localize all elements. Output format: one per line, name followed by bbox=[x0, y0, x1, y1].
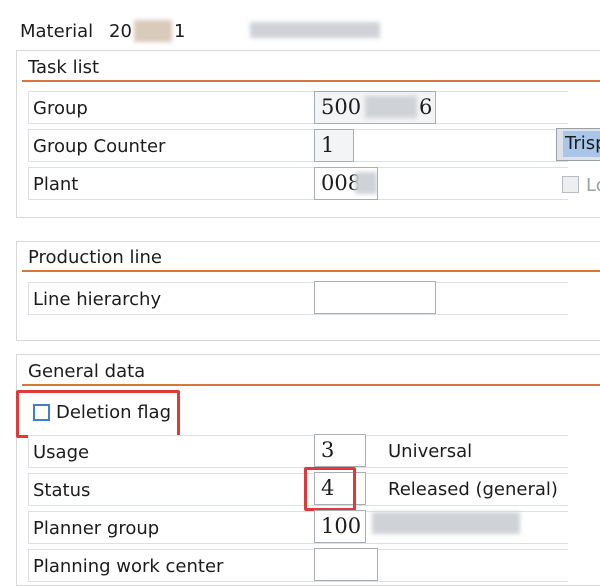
group-value-start: 500 bbox=[321, 95, 362, 119]
planner-group-field[interactable]: 100 bbox=[314, 510, 366, 543]
group-field[interactable]: 500 6 bbox=[314, 91, 436, 124]
redacted-planner-group-description bbox=[372, 512, 520, 534]
redacted-material-number bbox=[134, 20, 172, 42]
group-value-end: 6 bbox=[419, 95, 433, 119]
usage-field[interactable]: 3 bbox=[314, 434, 366, 467]
plant-field[interactable]: 008 bbox=[314, 167, 378, 200]
production-line-title: Production line bbox=[28, 247, 162, 268]
group-label: Group bbox=[28, 91, 568, 124]
material-number-prefix: 20 bbox=[109, 21, 132, 42]
lock-checkbox[interactable] bbox=[562, 176, 579, 193]
status-description: Released (general) bbox=[388, 479, 558, 500]
line-hierarchy-label: Line hierarchy bbox=[28, 282, 568, 315]
usage-description: Universal bbox=[388, 441, 473, 462]
task-list-title: Task list bbox=[28, 57, 100, 78]
material-header: Material 20 1 bbox=[20, 0, 600, 48]
redacted-plant-value bbox=[355, 172, 377, 194]
redacted-material-description bbox=[250, 22, 380, 38]
group-counter-label: Group Counter bbox=[28, 129, 568, 162]
lock-checkbox-label: Lo bbox=[586, 175, 600, 196]
line-hierarchy-field[interactable] bbox=[314, 281, 436, 314]
redacted-group-value bbox=[365, 96, 417, 118]
trisp-button-label: Trisp bbox=[563, 131, 600, 157]
plant-label: Plant bbox=[28, 167, 568, 200]
usage-label: Usage bbox=[28, 435, 568, 468]
planning-work-center-field[interactable] bbox=[314, 548, 378, 581]
production-line-divider bbox=[22, 270, 600, 272]
general-data-title: General data bbox=[28, 361, 146, 382]
general-data-divider bbox=[22, 384, 600, 386]
material-label: Material bbox=[20, 21, 94, 42]
task-list-divider bbox=[22, 80, 600, 82]
group-counter-field[interactable]: 1 bbox=[314, 129, 354, 162]
planning-work-center-label: Planning work center bbox=[28, 549, 568, 582]
trisp-button[interactable]: Trisp bbox=[556, 128, 600, 161]
status-highlight bbox=[304, 467, 356, 511]
material-number-suffix: 1 bbox=[174, 21, 186, 42]
deletion-flag-highlight bbox=[16, 390, 180, 438]
